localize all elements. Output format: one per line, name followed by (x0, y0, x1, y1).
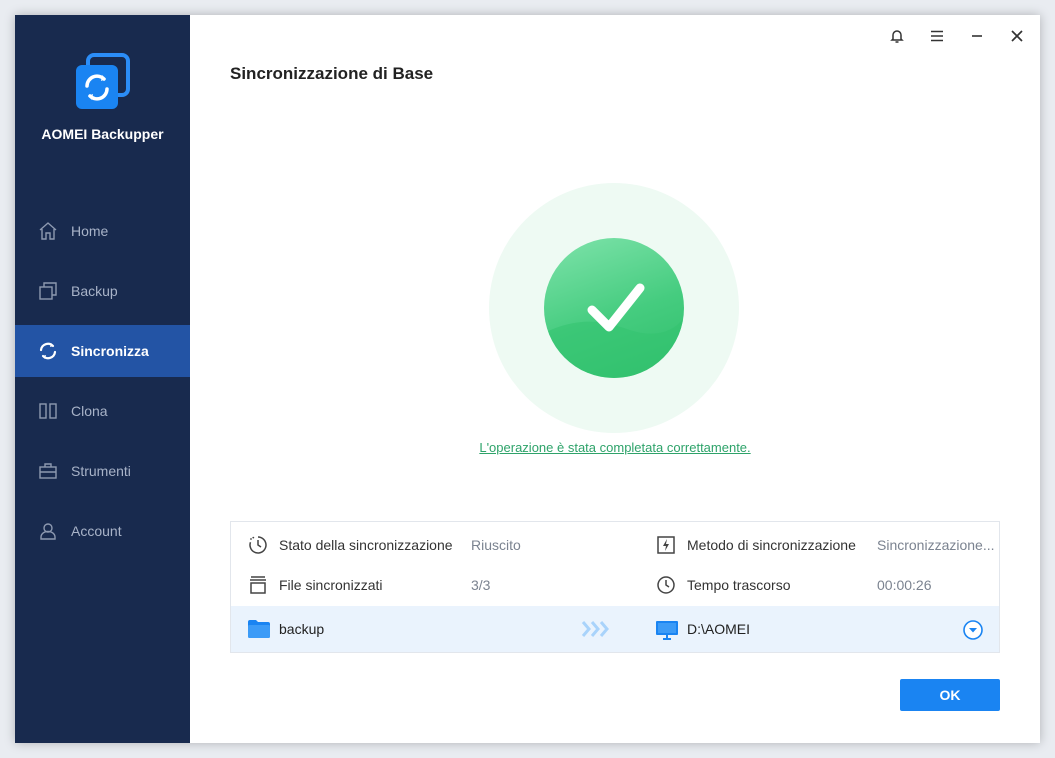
destination-path: D:\AOMEI (687, 621, 751, 637)
ok-button[interactable]: OK (900, 679, 1000, 711)
checkmark-icon (544, 283, 684, 378)
sync-details-panel: Stato della sincronizzazione Riuscito Me… (230, 521, 1000, 653)
home-icon (37, 220, 59, 242)
sidebar-item-label: Home (71, 223, 109, 239)
method-label: Metodo di sincronizzazione (687, 537, 856, 553)
sidebar-nav: Home Backup Sincronizza Clona Strumenti … (15, 205, 190, 565)
sync-icon (37, 340, 59, 362)
app-logo-icon (72, 53, 132, 113)
notification-bell-icon[interactable] (884, 25, 910, 47)
success-badge (544, 238, 684, 378)
main-panel: Sincronizzazione di Base L'operazione è … (190, 15, 1040, 743)
sidebar-item-backup[interactable]: Backup (15, 265, 190, 317)
method-value: Sincronizzazione... (877, 537, 995, 553)
backup-icon (37, 280, 59, 302)
sidebar-item-strumenti[interactable]: Strumenti (15, 445, 190, 497)
folder-icon (247, 618, 271, 645)
page-title: Sincronizzazione di Base (230, 64, 434, 83)
sync-method-icon (655, 534, 677, 556)
window-controls (884, 25, 1030, 47)
sidebar-item-label: Backup (71, 283, 118, 299)
time-label: Tempo trascorso (687, 577, 791, 593)
status-label: Stato della sincronizzazione (279, 537, 453, 553)
files-field: File sincronizzati (247, 574, 382, 596)
time-value: 00:00:26 (877, 577, 932, 593)
files-value: 3/3 (471, 577, 491, 593)
account-icon (37, 520, 59, 542)
files-stack-icon (247, 574, 269, 596)
time-field: Tempo trascorso (655, 574, 790, 596)
app-name: AOMEI Backupper (41, 126, 164, 142)
tools-icon (37, 460, 59, 482)
status-field: Stato della sincronizzazione (247, 534, 453, 556)
sidebar-item-home[interactable]: Home (15, 205, 190, 257)
close-icon[interactable] (1004, 25, 1030, 47)
clock-status-icon (247, 534, 269, 556)
sidebar-item-label: Clona (71, 403, 108, 419)
clock-icon (655, 574, 677, 596)
computer-icon (655, 619, 679, 646)
sync-path-row: backup D:\AOMEI (231, 606, 999, 652)
sidebar-item-clona[interactable]: Clona (15, 385, 190, 437)
sidebar-item-label: Sincronizza (71, 343, 149, 359)
sidebar-item-label: Strumenti (71, 463, 131, 479)
menu-icon[interactable] (924, 25, 950, 47)
status-value: Riuscito (471, 537, 521, 553)
sidebar: AOMEI Backupper Home Backup Sincronizza … (15, 15, 190, 743)
method-field: Metodo di sincronizzazione (655, 534, 856, 556)
clone-icon (37, 400, 59, 422)
minimize-icon[interactable] (964, 25, 990, 47)
sidebar-item-label: Account (71, 523, 122, 539)
sidebar-item-sincronizza[interactable]: Sincronizza (15, 325, 190, 377)
sidebar-item-account[interactable]: Account (15, 505, 190, 557)
success-message-link[interactable]: L'operazione è stata completata corretta… (190, 440, 1040, 455)
files-label: File sincronizzati (279, 577, 383, 593)
app-window: AOMEI Backupper Home Backup Sincronizza … (15, 15, 1040, 743)
expand-details-chevron-icon[interactable] (962, 619, 984, 646)
sync-direction-arrows-icon (581, 620, 613, 643)
success-indicator (489, 183, 739, 433)
source-path: backup (279, 621, 325, 637)
